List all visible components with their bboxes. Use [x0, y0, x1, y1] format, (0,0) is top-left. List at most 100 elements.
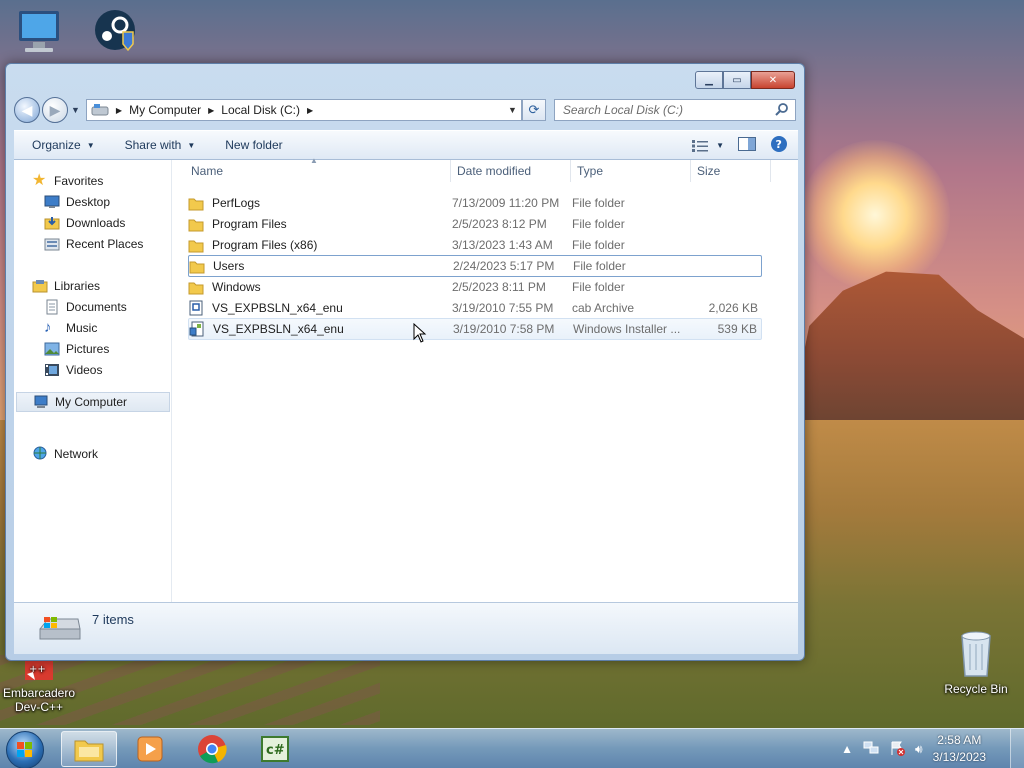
- documents-icon: [46, 299, 58, 315]
- nav-documents[interactable]: Documents: [44, 297, 127, 317]
- file-date: 3/19/2010 7:55 PM: [452, 301, 554, 315]
- breadcrumb-separator[interactable]: ▶: [116, 106, 122, 115]
- taskbar: c# ▲ 🔊︎ 2:58 AM 3/13/2023: [0, 728, 1024, 768]
- taskbar-csharp-app[interactable]: c#: [247, 731, 303, 767]
- chrome-icon: [198, 735, 227, 764]
- chevron-down-icon: ▼: [187, 140, 196, 150]
- column-header-size[interactable]: Size: [691, 160, 771, 182]
- close-button[interactable]: ✕: [751, 71, 795, 89]
- new-folder-button[interactable]: New folder: [225, 138, 282, 152]
- steam-desktop-icon[interactable]: [92, 8, 142, 58]
- clock-time: 2:58 AM: [937, 733, 982, 747]
- nav-desktop[interactable]: Desktop: [44, 192, 110, 212]
- file-list: Name ▲ Date modified Type Size PerfLogs …: [173, 156, 798, 602]
- star-icon: ★: [32, 172, 47, 189]
- action-center-flag-icon[interactable]: [889, 740, 906, 759]
- start-button[interactable]: [6, 731, 44, 768]
- file-row[interactable]: Program Files 2/5/2023 8:12 PM File fold…: [188, 214, 762, 234]
- folder-icon: [188, 219, 204, 231]
- file-row[interactable]: Windows 2/5/2023 8:11 PM File folder: [188, 277, 762, 297]
- media-player-icon: [137, 736, 163, 762]
- folder-icon: [189, 261, 205, 273]
- nav-libraries[interactable]: Libraries: [32, 276, 100, 296]
- nav-libraries-label: Libraries: [54, 279, 101, 293]
- taskbar-chrome[interactable]: [184, 731, 240, 767]
- breadcrumb-local-disk[interactable]: Local Disk (C:): [221, 103, 300, 117]
- search-placeholder: Search Local Disk (C:): [562, 103, 683, 117]
- file-name: Program Files (x86): [212, 238, 318, 252]
- column-header-type[interactable]: Type: [571, 160, 691, 182]
- show-hidden-icons-button[interactable]: ▲: [841, 742, 853, 756]
- breadcrumb-separator[interactable]: ▶: [208, 106, 214, 115]
- navigation-bar: ◀ ▶ ▼ ▶ My Computer ▶ Local Disk (C:) ▶ …: [14, 96, 798, 124]
- file-date: 2/24/2023 5:17 PM: [453, 259, 555, 273]
- share-with-button[interactable]: Share with ▼: [125, 138, 196, 152]
- organize-button[interactable]: Organize ▼: [32, 138, 95, 152]
- folder-icon: [188, 240, 204, 252]
- file-row[interactable]: PerfLogs 7/13/2009 11:20 PM File folder: [188, 193, 762, 213]
- breadcrumb-my-computer[interactable]: My Computer: [129, 103, 201, 117]
- file-row[interactable]: VS_EXPBSLN_x64_enu 3/19/2010 7:55 PM cab…: [188, 298, 762, 318]
- breadcrumb-separator[interactable]: ▶: [307, 106, 313, 115]
- preview-pane-button[interactable]: [738, 137, 756, 154]
- nav-music[interactable]: ♪ Music: [44, 318, 97, 338]
- wallpaper-sun: [800, 140, 950, 290]
- forward-button[interactable]: ▶: [42, 97, 68, 123]
- maximize-button[interactable]: ▭: [723, 71, 751, 89]
- nav-videos[interactable]: Videos: [44, 360, 102, 380]
- close-icon: ✕: [768, 74, 778, 86]
- nav-pictures[interactable]: Pictures: [44, 339, 109, 359]
- file-type: cab Archive: [572, 301, 635, 315]
- explorer-window: ▁ ▭ ✕ ◀ ▶ ▼ ▶ My Computer ▶ Local Disk (…: [5, 63, 805, 661]
- my-computer-desktop-icon[interactable]: [14, 8, 64, 58]
- file-row-hovered[interactable]: VS_EXPBSLN_x64_enu 3/19/2010 7:58 PM Win…: [188, 318, 762, 340]
- nav-network[interactable]: Network: [32, 444, 98, 464]
- nav-music-label: Music: [66, 321, 98, 335]
- nav-pictures-label: Pictures: [66, 342, 110, 356]
- column-header-name[interactable]: Name ▲: [173, 156, 451, 182]
- file-row[interactable]: Program Files (x86) 3/13/2023 1:43 AM Fi…: [188, 235, 762, 255]
- file-row-focused[interactable]: Users 2/24/2023 5:17 PM File folder: [188, 255, 762, 277]
- taskbar-media-player[interactable]: [122, 731, 178, 767]
- network-tray-icon[interactable]: [863, 741, 879, 758]
- column-date-label: Date modified: [457, 164, 532, 178]
- volume-icon[interactable]: 🔊︎: [915, 742, 923, 757]
- change-view-button[interactable]: ▼: [692, 139, 724, 152]
- address-dropdown-icon[interactable]: ▼: [508, 105, 517, 115]
- music-icon: ♪: [44, 319, 52, 336]
- preview-pane-icon: [738, 137, 756, 151]
- explorer-folder-icon: [74, 740, 104, 762]
- wallpaper-mountain: [790, 271, 1024, 422]
- column-header-date-modified[interactable]: Date modified: [451, 160, 571, 182]
- organize-label: Organize: [32, 138, 81, 152]
- show-desktop-button[interactable]: [1010, 729, 1024, 768]
- nav-favorites[interactable]: ★ Favorites: [32, 171, 103, 191]
- file-date: 2/5/2023 8:11 PM: [452, 280, 546, 294]
- back-button[interactable]: ◀: [14, 97, 40, 123]
- nav-videos-label: Videos: [66, 363, 103, 377]
- recycle-bin-icon[interactable]: Recycle Bin: [940, 630, 1012, 696]
- chevron-down-icon: ▼: [86, 140, 95, 150]
- recent-pages-button[interactable]: ▼: [71, 105, 80, 115]
- nav-downloads[interactable]: Downloads: [44, 213, 125, 233]
- search-input[interactable]: Search Local Disk (C:): [553, 99, 796, 121]
- minimize-button[interactable]: ▁: [695, 71, 723, 89]
- taskbar-explorer[interactable]: [61, 731, 117, 767]
- nav-documents-label: Documents: [66, 300, 127, 314]
- address-bar[interactable]: ▶ My Computer ▶ Local Disk (C:) ▶ ▼: [85, 99, 522, 121]
- embarcadero-devcpp-icon[interactable]: ++ Embarcadero Dev-C++: [2, 660, 76, 714]
- refresh-button[interactable]: ⟳: [521, 99, 546, 121]
- folder-icon: [188, 282, 204, 294]
- refresh-icon: ⟳: [528, 102, 540, 117]
- clock-date: 3/13/2023: [932, 750, 986, 764]
- nav-my-computer[interactable]: My Computer: [16, 392, 170, 412]
- maximize-icon: ▭: [732, 74, 742, 86]
- forward-arrow-icon: ▶: [49, 101, 61, 118]
- column-size-label: Size: [697, 164, 721, 178]
- back-arrow-icon: ◀: [21, 101, 33, 118]
- help-button[interactable]: ?: [770, 135, 788, 156]
- item-count: 7 items: [92, 612, 134, 627]
- clock[interactable]: 2:58 AM 3/13/2023: [933, 732, 986, 766]
- file-type: File folder: [572, 196, 625, 210]
- nav-recent-places[interactable]: Recent Places: [44, 234, 143, 254]
